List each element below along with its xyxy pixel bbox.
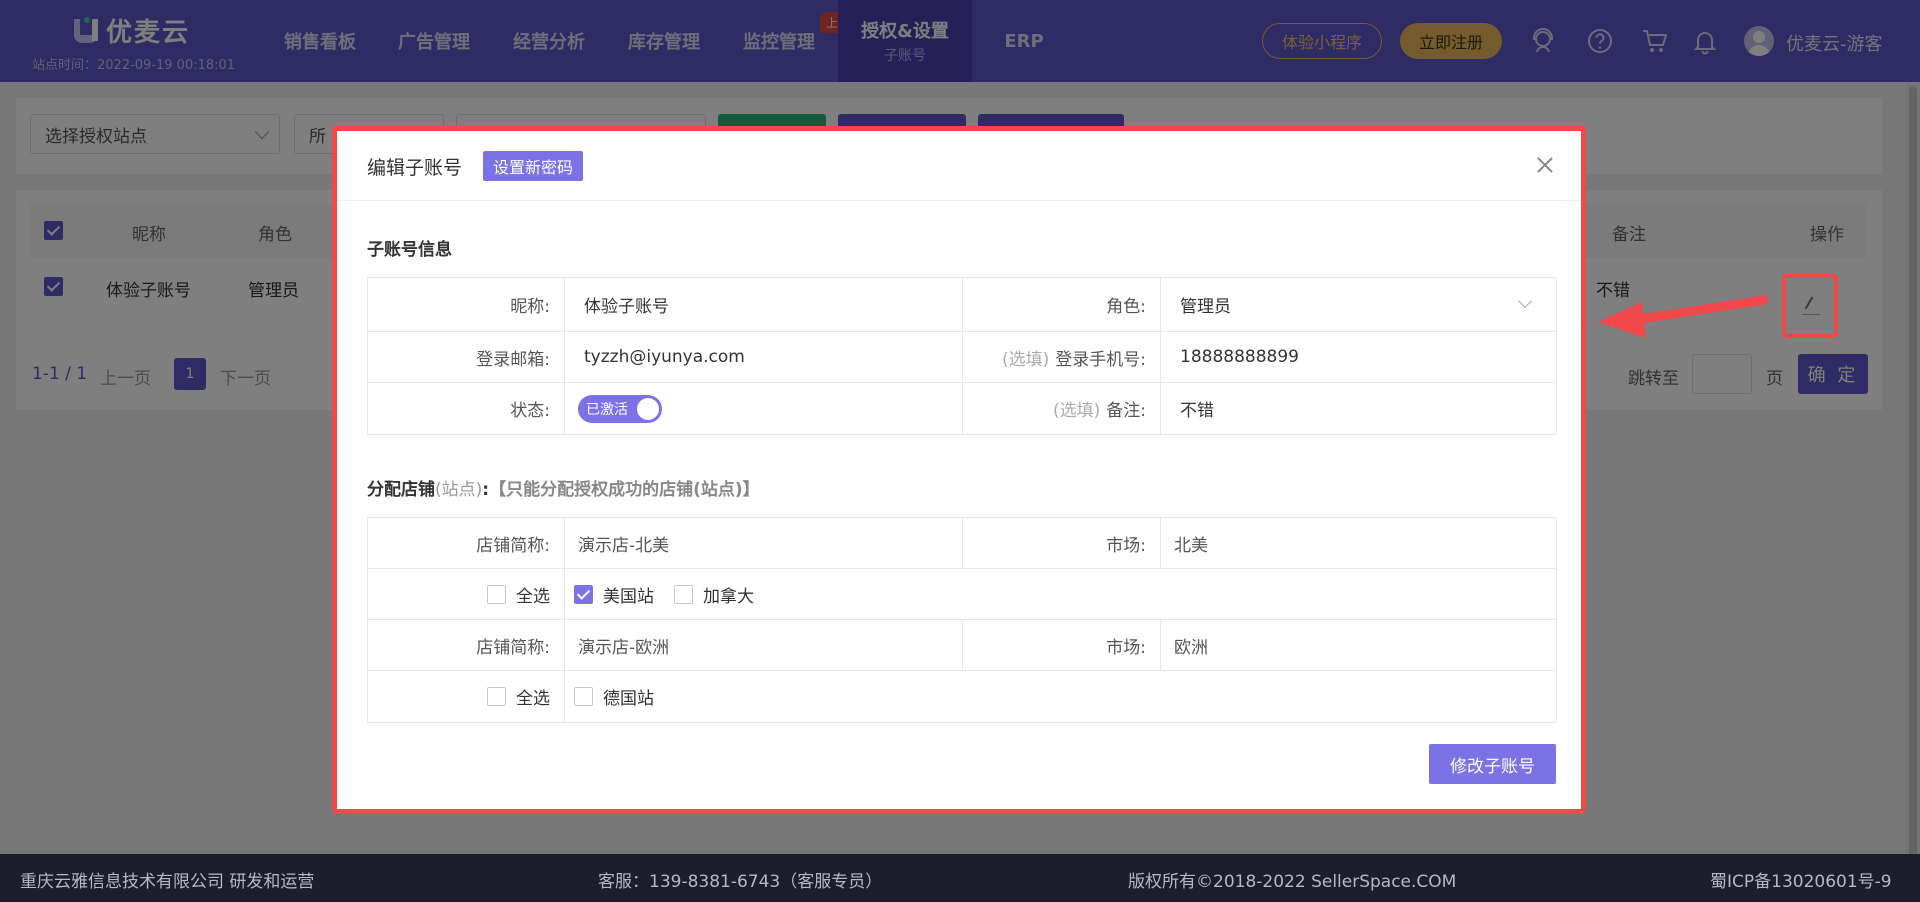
select-all-checkbox[interactable]: 全选: [487, 582, 550, 607]
footer-copyright: 版权所有©2018-2022 SellerSpace.COM: [1128, 872, 1457, 892]
row-nickname-role: 昵称: 体验子账号 角色: 管理员: [368, 278, 1556, 332]
footer-icp: 蜀ICP备13020601号-9: [1710, 872, 1892, 892]
market-value: 北美: [1174, 535, 1208, 556]
store-name: 演示店-欧洲: [578, 637, 670, 658]
annotation-arrow-icon: [1598, 295, 1768, 338]
footer: 重庆云雅信息技术有限公司 研发和运营 客服：139-8381-6743（客服专员…: [0, 854, 1920, 902]
section-title-assign-stores: 分配店铺(站点):【只能分配授权成功的店铺(站点)】: [367, 480, 760, 500]
store-name-label: 店铺简称:: [476, 535, 550, 556]
remark-label: (选填) 备注:: [962, 383, 1160, 434]
chevron-down-icon: [1517, 293, 1533, 309]
phone-field[interactable]: 18888888899: [1180, 332, 1550, 382]
market-value: 欧洲: [1174, 637, 1208, 658]
store-name-label: 店铺简称:: [476, 637, 550, 658]
remark-optional-tag: (选填): [1053, 401, 1101, 421]
footer-service: 客服：139-8381-6743（客服专员）: [598, 872, 883, 892]
store-row-europe: 店铺简称: 演示店-欧洲 市场: 欧洲: [368, 620, 1556, 671]
remark-field[interactable]: 不错: [1180, 383, 1550, 434]
status-label: 状态:: [510, 401, 550, 421]
market-label: 市场:: [1106, 535, 1146, 556]
row-email-phone: 登录邮箱: tyzzh@iyunya.com (选填) 登录手机号: 18888…: [368, 332, 1556, 383]
role-select[interactable]: 管理员: [1180, 278, 1550, 331]
role-value: 管理员: [1180, 297, 1231, 317]
dialog-title: 编辑子账号: [367, 157, 463, 179]
footer-company: 重庆云雅信息技术有限公司 研发和运营: [20, 872, 315, 892]
nickname-field[interactable]: 体验子账号: [584, 278, 954, 331]
store-row-north-america: 店铺简称: 演示店-北美 市场: 北美: [368, 518, 1556, 569]
update-sub-account-button[interactable]: 修改子账号: [1429, 744, 1556, 784]
annotation-highlight-box: [1782, 274, 1838, 338]
role-label: 角色:: [1106, 297, 1146, 317]
store-assignment-grid: 店铺简称: 演示店-北美 市场: 北美 全选 美国站 加拿大 店铺简称: 演示店…: [367, 517, 1557, 723]
select-all-checkbox[interactable]: 全选: [487, 684, 550, 709]
email-label: 登录邮箱:: [476, 349, 550, 370]
status-toggle-label: 已激活: [586, 401, 628, 418]
store-sites-europe: 全选 德国站: [368, 671, 1556, 722]
store-name: 演示店-北美: [578, 535, 670, 556]
edit-sub-account-dialog: 编辑子账号 设置新密码 子账号信息 昵称: 体验子账号 角色: 管理员 登录邮箱…: [332, 126, 1586, 814]
nickname-label: 昵称:: [510, 297, 550, 317]
phone-optional-tag: (选填): [1002, 349, 1050, 370]
dialog-header: 编辑子账号 设置新密码: [337, 131, 1581, 201]
site-checkbox-us[interactable]: 美国站: [574, 582, 654, 607]
email-field[interactable]: tyzzh@iyunya.com: [584, 332, 954, 382]
store-sites-north-america: 全选 美国站 加拿大: [368, 569, 1556, 620]
market-label: 市场:: [1106, 637, 1146, 658]
status-toggle[interactable]: 已激活: [578, 394, 662, 423]
status-toggle-cell: 已激活: [578, 383, 948, 434]
close-icon[interactable]: [1533, 153, 1557, 177]
phone-label: (选填) 登录手机号:: [962, 332, 1160, 382]
account-info-grid: 昵称: 体验子账号 角色: 管理员 登录邮箱: tyzzh@iyunya.com…: [367, 277, 1557, 435]
site-checkbox-germany[interactable]: 德国站: [574, 684, 654, 709]
set-new-password-button[interactable]: 设置新密码: [483, 151, 584, 181]
section-title-account-info: 子账号信息: [367, 240, 452, 260]
row-status-remark: 状态: 已激活 (选填) 备注: 不错: [368, 383, 1556, 434]
site-checkbox-canada[interactable]: 加拿大: [674, 582, 754, 607]
